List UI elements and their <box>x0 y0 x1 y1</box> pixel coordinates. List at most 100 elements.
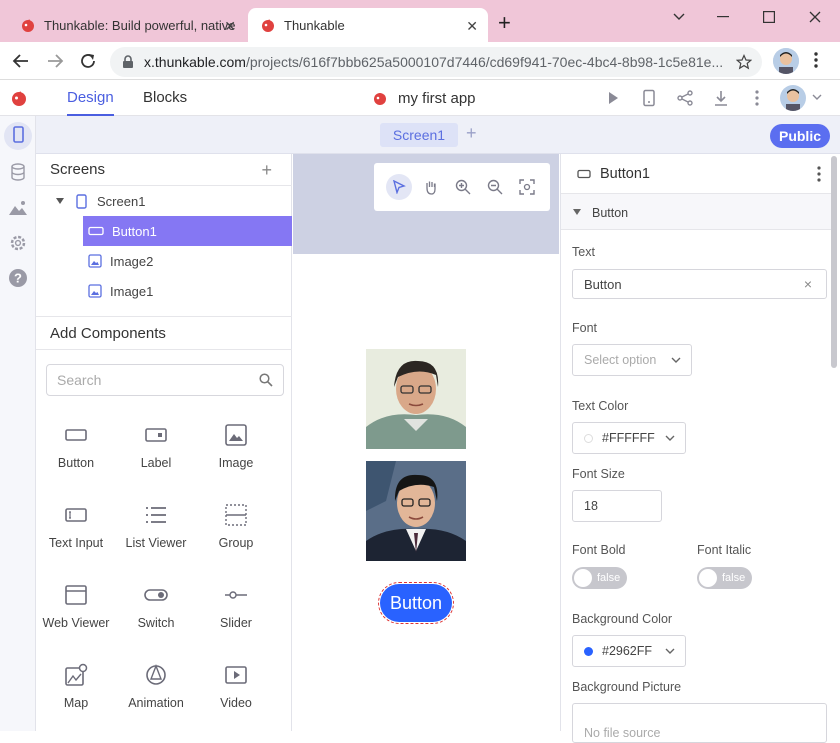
color-swatch <box>584 433 593 443</box>
text-input[interactable]: Button × <box>572 269 827 299</box>
canvas-button1[interactable]: Button <box>378 582 454 624</box>
zoom-in-icon[interactable] <box>451 175 475 199</box>
browser-tab-thunkable[interactable]: Thunkable ✕ <box>248 8 488 42</box>
chevron-down-icon[interactable] <box>812 94 822 101</box>
image1-photo[interactable] <box>366 349 466 449</box>
component-label: Slider <box>220 616 252 630</box>
background-picture-placeholder: No file source <box>584 726 661 740</box>
phone-icon[interactable] <box>13 126 33 146</box>
component-group[interactable]: Group <box>196 502 276 550</box>
app-title[interactable]: my first app <box>372 80 476 116</box>
component-label[interactable]: Label <box>116 422 196 470</box>
more-options-icon[interactable] <box>748 89 766 107</box>
component-web-viewer[interactable]: Web Viewer <box>36 582 116 630</box>
back-arrow-icon[interactable] <box>12 52 30 70</box>
button-component-icon <box>65 429 87 441</box>
background-picture-input[interactable]: No file source <box>572 703 827 743</box>
font-select[interactable]: Select option <box>572 344 692 376</box>
component-label: Animation <box>128 696 184 710</box>
design-canvas[interactable]: Button <box>293 154 559 731</box>
component-map[interactable]: Map <box>36 662 116 710</box>
maximize-icon[interactable] <box>754 6 784 28</box>
reload-icon[interactable] <box>79 52 97 70</box>
component-list-viewer[interactable]: List Viewer <box>116 502 196 550</box>
component-animation[interactable]: Animation <box>116 662 196 710</box>
component-search-input[interactable]: Search <box>46 364 284 396</box>
component-text-input[interactable]: Text Input <box>36 502 116 550</box>
search-placeholder: Search <box>57 372 102 388</box>
background-color-label: Background Color <box>572 612 673 626</box>
font-size-label: Font Size <box>572 467 625 481</box>
component-image[interactable]: Image <box>196 422 276 470</box>
phone-icon <box>76 193 87 209</box>
screen-tab-bar: Screen1 + Public <box>36 116 840 154</box>
button-component-icon <box>577 169 591 179</box>
tab-design[interactable]: Design <box>67 80 114 116</box>
text-color-label: Text Color <box>572 399 629 413</box>
font-size-input[interactable]: 18 <box>572 490 662 522</box>
toggle-state: false <box>722 572 746 584</box>
share-icon[interactable] <box>676 89 694 107</box>
tree-item-button1[interactable]: Button1 <box>83 216 292 246</box>
settings-gear-icon[interactable] <box>8 233 28 253</box>
component-video[interactable]: Video <box>196 662 276 710</box>
download-icon[interactable] <box>712 89 730 107</box>
close-window-icon[interactable] <box>800 6 830 28</box>
tree-item-image2[interactable]: Image2 <box>88 246 292 276</box>
font-bold-toggle[interactable]: false <box>572 567 627 589</box>
add-screen-plus-button[interactable]: + <box>261 154 272 186</box>
pan-hand-icon[interactable] <box>419 175 443 199</box>
tree-item-screen1[interactable]: Screen1 <box>36 186 292 216</box>
zoom-out-icon[interactable] <box>483 175 507 199</box>
component-slider[interactable]: Slider <box>196 582 276 630</box>
app-name: my first app <box>398 89 476 107</box>
text-color-picker[interactable]: #FFFFFF <box>572 422 686 454</box>
browser-menu-icon[interactable] <box>814 52 818 68</box>
component-more-icon[interactable] <box>817 166 821 182</box>
minimize-icon[interactable] <box>708 6 738 28</box>
tree-item-image1[interactable]: Image1 <box>88 276 292 306</box>
image2-photo[interactable] <box>366 461 466 561</box>
tab-blocks[interactable]: Blocks <box>143 80 187 116</box>
clear-text-icon[interactable]: × <box>804 276 812 292</box>
user-avatar[interactable] <box>780 85 806 111</box>
url-host: x.thunkable.com <box>144 54 246 70</box>
profile-avatar[interactable] <box>773 48 799 74</box>
tab-search-chevron-icon[interactable] <box>664 6 694 28</box>
tree-label: Image1 <box>110 283 154 299</box>
bookmark-star-icon[interactable] <box>736 54 752 70</box>
new-tab-icon[interactable]: + <box>498 10 511 36</box>
forward-arrow-icon[interactable] <box>46 52 64 70</box>
close-tab-icon[interactable]: ✕ <box>224 18 236 35</box>
font-placeholder: Select option <box>584 353 657 367</box>
public-button[interactable]: Public <box>770 124 830 148</box>
toggle-knob <box>574 569 592 587</box>
address-bar[interactable]: x.thunkable.com/projects/616f7bbb625a500… <box>110 47 762 77</box>
chevron-down-icon <box>665 648 675 654</box>
help-icon[interactable]: ? <box>8 268 28 288</box>
component-label: Button <box>57 456 95 470</box>
component-switch[interactable]: Switch <box>116 582 196 630</box>
select-pointer-icon[interactable] <box>386 174 412 200</box>
background-picture-label: Background Picture <box>572 680 682 694</box>
background-color-picker[interactable]: #2962FF <box>572 635 686 667</box>
thunkable-logo-icon[interactable] <box>10 89 28 107</box>
play-icon[interactable] <box>604 89 622 107</box>
assets-image-icon[interactable] <box>8 198 28 218</box>
section-button-header[interactable]: Button <box>561 194 831 230</box>
font-italic-toggle[interactable]: false <box>697 567 752 589</box>
add-screen-button[interactable]: + <box>466 123 477 144</box>
component-label: List Viewer <box>125 536 187 550</box>
browser-tab-thunkable-home[interactable]: Thunkable: Build powerful, native ✕ <box>12 8 246 42</box>
tree-label: Image2 <box>110 253 154 269</box>
close-tab-icon[interactable]: ✕ <box>466 18 478 35</box>
caret-down-icon[interactable] <box>56 198 64 204</box>
add-components-header: Add Components <box>36 316 292 350</box>
component-button[interactable]: Button <box>36 422 116 470</box>
database-icon[interactable] <box>8 162 28 182</box>
lock-icon[interactable] <box>122 55 134 69</box>
live-test-device-icon[interactable] <box>640 89 658 107</box>
properties-scrollbar[interactable] <box>831 156 837 368</box>
tab-screen1[interactable]: Screen1 <box>380 123 458 147</box>
fit-screen-icon[interactable] <box>515 175 539 199</box>
